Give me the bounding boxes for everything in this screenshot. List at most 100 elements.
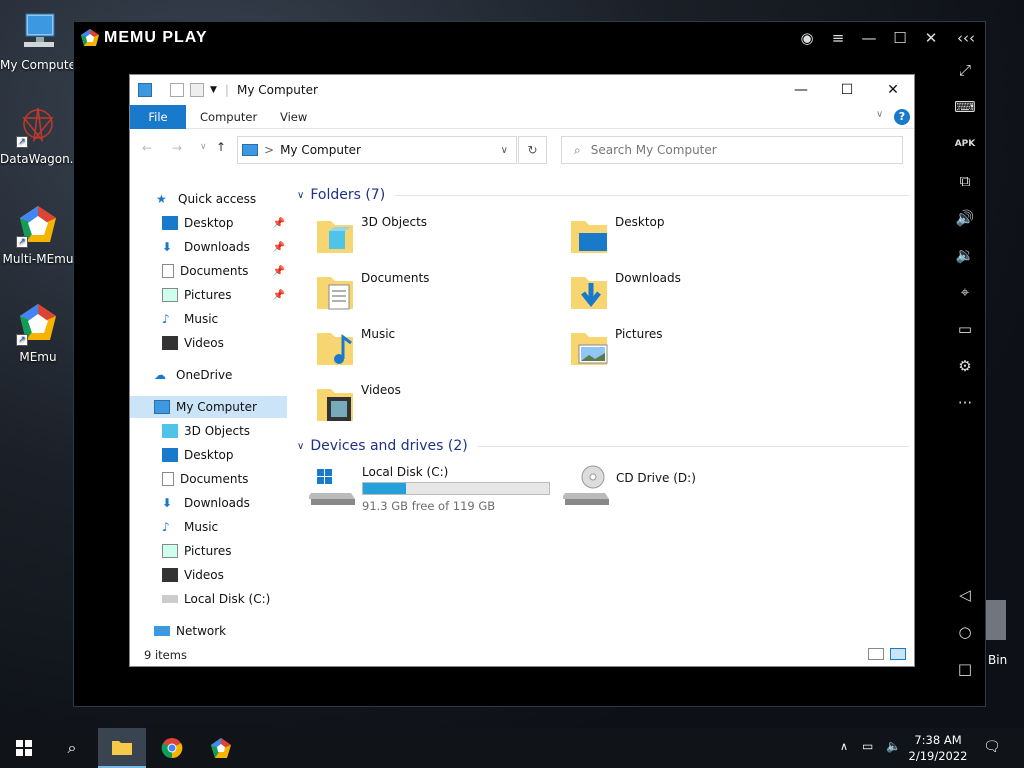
memu-taskbar-button[interactable] xyxy=(197,728,245,768)
folder-item[interactable]: Music xyxy=(315,325,555,373)
forward-arrow-icon[interactable]: → xyxy=(172,141,182,155)
tab-view[interactable]: View xyxy=(280,105,307,129)
desktop-icon-my-computer[interactable]: My Compute xyxy=(0,10,76,72)
folder-item[interactable]: Downloads xyxy=(569,269,809,317)
tab-file[interactable]: File xyxy=(130,105,186,129)
folder-icon[interactable]: ▭ xyxy=(953,317,977,341)
recycle-bin-icon[interactable] xyxy=(986,600,1006,640)
fullscreen-icon[interactable]: ⤢ xyxy=(953,58,977,82)
recents-icon[interactable]: □ xyxy=(953,657,977,681)
drive-item-c[interactable]: Local Disk (C:) 91.3 GB free of 119 GB xyxy=(309,463,559,513)
folder-item[interactable]: 3D Objects xyxy=(315,213,555,261)
network-icon[interactable]: ▭ xyxy=(862,739,873,753)
emulator-titlebar[interactable]: MEMU PLAY ◉ ≡ — ☐ ✕ ‹‹‹ xyxy=(74,22,985,53)
properties-icon[interactable] xyxy=(170,83,184,97)
help-icon[interactable]: ? xyxy=(894,109,910,125)
nav-network[interactable]: Network xyxy=(130,620,287,642)
explorer-titlebar[interactable]: ▼ | My Computer — ☐ ✕ xyxy=(130,75,914,105)
nav-qa-desktop[interactable]: Desktop 📌 xyxy=(130,212,287,234)
tab-computer[interactable]: Computer xyxy=(200,105,257,129)
address-dropdown-icon[interactable]: ∨ xyxy=(501,145,508,156)
nav-mc-pictures[interactable]: Pictures xyxy=(130,540,287,562)
folder-name: Downloads xyxy=(615,271,681,285)
desktop-icon-multi-memu[interactable]: ↗ Multi-MEmu xyxy=(0,204,76,266)
clock[interactable]: 7:38 AM 2/19/2022 xyxy=(905,732,971,764)
folder-item[interactable]: Documents xyxy=(315,269,555,317)
desktop-icon-memu[interactable]: ↗ MEmu xyxy=(0,302,76,364)
volume-down-icon[interactable]: 🔉 xyxy=(953,243,977,267)
home-icon[interactable]: ○ xyxy=(953,620,977,644)
location-icon[interactable]: ⌖ xyxy=(953,280,977,304)
nav-qa-music[interactable]: ♪ Music xyxy=(130,308,287,330)
refresh-button[interactable]: ↻ xyxy=(518,136,547,164)
nav-label: 3D Objects xyxy=(184,424,251,438)
details-view-icon[interactable] xyxy=(868,648,884,660)
large-icons-view-icon[interactable] xyxy=(890,648,906,660)
devices-group-header[interactable]: ∨ Devices and drives (2) xyxy=(297,438,909,454)
search-icon[interactable]: ⌕ xyxy=(48,728,96,768)
nav-label: Local Disk (C:) xyxy=(184,592,271,606)
collapse-icon[interactable]: ‹‹‹ xyxy=(954,26,978,50)
maximize-button[interactable]: ☐ xyxy=(824,75,870,105)
more-icon[interactable]: ··· xyxy=(953,391,977,415)
start-button[interactable] xyxy=(0,728,48,768)
notifications-icon[interactable]: 🗨 xyxy=(983,739,1001,755)
apk-icon[interactable]: APK xyxy=(953,132,977,156)
folder-item[interactable]: Videos xyxy=(315,381,555,429)
multi-memu-icon: ↗ xyxy=(16,204,60,248)
multi-window-icon[interactable]: ⧉ xyxy=(953,169,977,193)
navigation-pane: ★ Quick access Desktop 📌 ⬇ Downloads 📌 Doc… xyxy=(130,181,287,639)
nav-qa-videos[interactable]: Videos xyxy=(130,332,287,354)
nav-my-computer[interactable]: My Computer xyxy=(130,396,287,418)
file-explorer-taskbar-button[interactable] xyxy=(98,728,146,768)
back-arrow-icon[interactable]: ← xyxy=(142,141,152,155)
expand-ribbon-icon[interactable]: ∨ xyxy=(876,109,883,120)
nav-mc-videos[interactable]: Videos xyxy=(130,564,287,586)
search-box[interactable]: ⌕ Search My Computer xyxy=(561,136,903,164)
nav-label: Videos xyxy=(184,336,224,350)
nav-mc-local-disk[interactable]: Local Disk (C:) xyxy=(130,588,287,610)
volume-icon[interactable]: 🔈 xyxy=(886,739,901,753)
nav-onedrive[interactable]: ☁ OneDrive xyxy=(130,364,287,386)
close-icon[interactable]: ✕ xyxy=(919,26,943,50)
qat-dropdown-icon[interactable]: ▼ xyxy=(210,85,217,95)
back-icon[interactable]: ◁ xyxy=(953,583,977,607)
keyboard-icon[interactable]: ⌨ xyxy=(953,95,977,119)
nav-mc-downloads[interactable]: ⬇ Downloads xyxy=(130,492,287,514)
new-folder-icon[interactable] xyxy=(190,83,204,97)
nav-mc-3d-objects[interactable]: 3D Objects xyxy=(130,420,287,442)
nav-qa-downloads[interactable]: ⬇ Downloads 📌 xyxy=(130,236,287,258)
recent-dropdown-icon[interactable]: ∨ xyxy=(200,142,207,152)
desktop-icon-datawagon[interactable]: ↗ DataWagon... xyxy=(0,104,76,166)
close-button[interactable]: ✕ xyxy=(870,75,916,105)
windows-logo-icon xyxy=(16,740,32,756)
maximize-icon[interactable]: ☐ xyxy=(888,26,912,50)
drive-item-d[interactable]: CD Drive (D:) xyxy=(563,463,813,511)
volume-up-icon[interactable]: 🔊 xyxy=(953,206,977,230)
shortcut-arrow-icon: ↗ xyxy=(16,334,28,346)
chrome-icon xyxy=(161,738,183,759)
chrome-taskbar-button[interactable] xyxy=(148,728,196,768)
nav-mc-desktop[interactable]: Desktop xyxy=(130,444,287,466)
nav-label: Downloads xyxy=(184,240,250,254)
nav-mc-documents[interactable]: Documents xyxy=(130,468,287,490)
pin-icon: 📌 xyxy=(272,289,285,301)
account-icon[interactable]: ◉ xyxy=(795,26,819,50)
up-arrow-icon[interactable]: ↑ xyxy=(216,140,226,154)
minimize-button[interactable]: — xyxy=(778,75,824,105)
nav-qa-documents[interactable]: Documents 📌 xyxy=(130,260,287,282)
nav-qa-pictures[interactable]: Pictures 📌 xyxy=(130,284,287,306)
nav-quick-access[interactable]: ★ Quick access xyxy=(130,188,287,210)
videos-icon xyxy=(162,336,178,350)
settings-icon[interactable]: ⚙ xyxy=(953,354,977,378)
folders-group-header[interactable]: ∨ Folders (7) xyxy=(297,187,909,203)
show-hidden-icons-icon[interactable]: ∧ xyxy=(840,740,848,753)
emulator-title: MEMU PLAY xyxy=(104,28,208,46)
datawagon-icon: ↗ xyxy=(16,104,60,148)
folder-item[interactable]: Pictures xyxy=(569,325,809,373)
address-bar[interactable]: > My Computer ∨ xyxy=(237,136,517,164)
minimize-icon[interactable]: — xyxy=(857,26,881,50)
menu-icon[interactable]: ≡ xyxy=(826,26,850,50)
nav-mc-music[interactable]: ♪ Music xyxy=(130,516,287,538)
folder-item[interactable]: Desktop xyxy=(569,213,809,261)
